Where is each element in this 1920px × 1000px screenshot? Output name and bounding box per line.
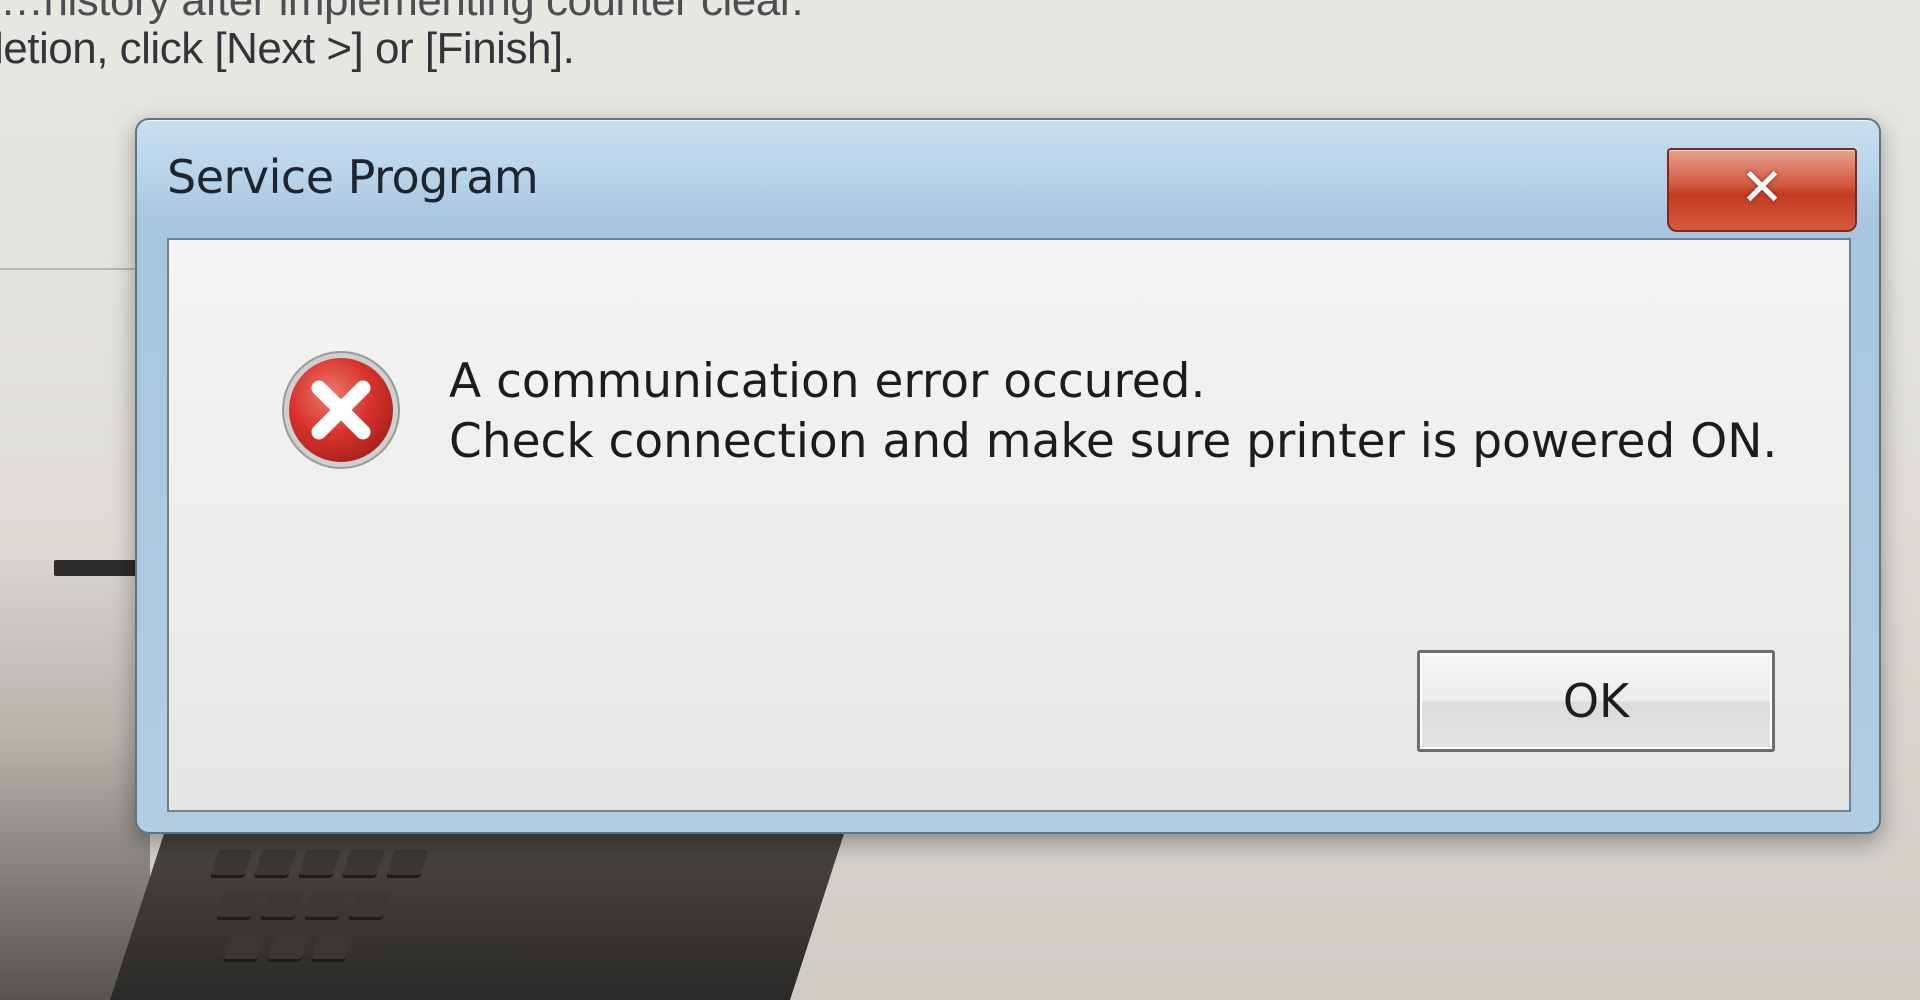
keyboard-key	[303, 892, 348, 920]
keyboard-key	[310, 934, 354, 962]
keyboard-key	[266, 934, 310, 962]
keyboard-key	[209, 850, 253, 878]
background-keyboard	[110, 830, 846, 1000]
background-instruction-line-2: letion, click [Next >] or [Finish].	[0, 24, 575, 73]
close-button[interactable]: ✕	[1667, 148, 1857, 232]
keyboard-key	[347, 892, 392, 920]
keyboard-key	[222, 934, 266, 962]
background-instruction-line-1: …history after implementing counter clea…	[0, 0, 804, 25]
keyboard-key	[385, 850, 429, 878]
background-divider	[0, 268, 150, 270]
dialog-content: A communication error occured. Check con…	[167, 238, 1851, 812]
error-message-line-1: A communication error occured.	[449, 354, 1206, 409]
close-icon: ✕	[1740, 158, 1784, 218]
keyboard-key	[297, 850, 341, 878]
ok-button[interactable]: OK	[1417, 650, 1775, 752]
background-printer	[0, 560, 150, 1000]
dialog-title: Service Program	[167, 150, 539, 204]
keyboard-key	[215, 892, 260, 920]
error-message-line-2: Check connection and make sure printer i…	[449, 414, 1778, 469]
keyboard-key	[253, 850, 297, 878]
keyboard-key	[259, 892, 304, 920]
error-dialog: Service Program ✕ A communication error …	[135, 118, 1881, 834]
background-printer-slot	[54, 560, 144, 576]
error-message: A communication error occured. Check con…	[449, 352, 1777, 472]
error-icon	[282, 351, 400, 469]
keyboard-key	[341, 850, 385, 878]
